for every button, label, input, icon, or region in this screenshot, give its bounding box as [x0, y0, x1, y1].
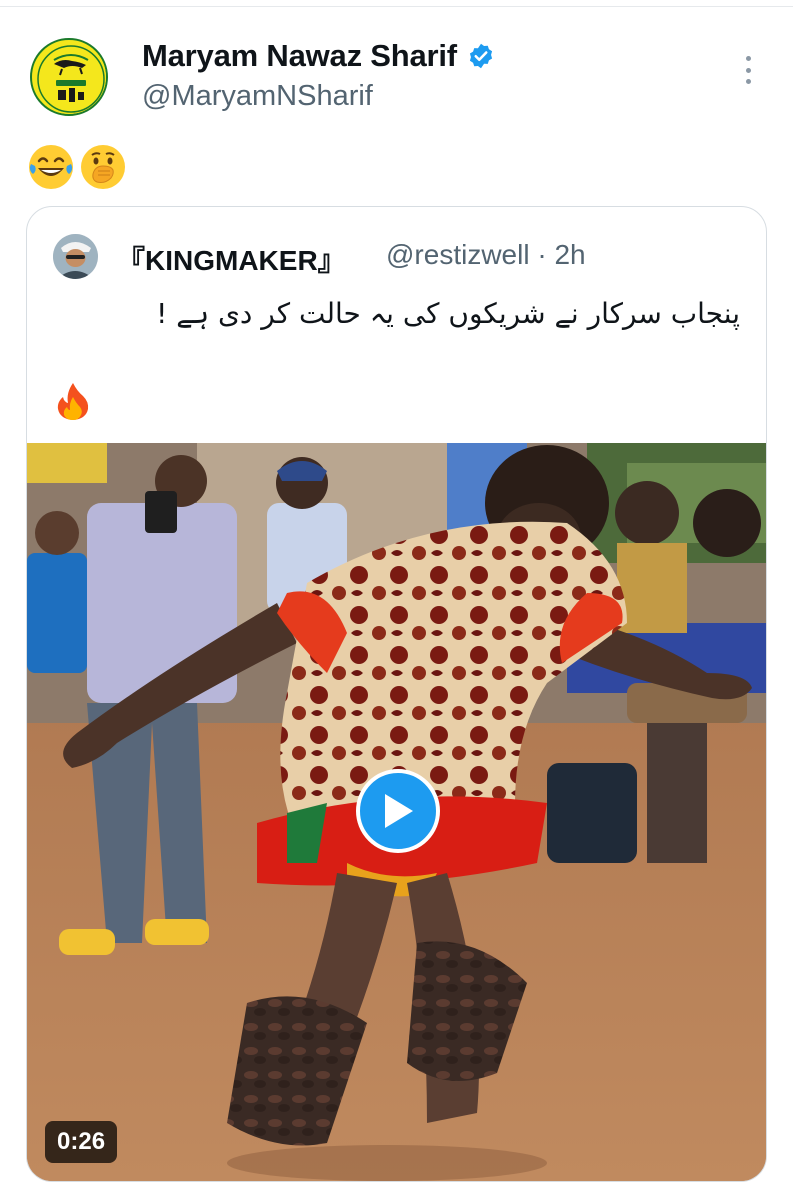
verified-badge-icon: [469, 43, 493, 69]
play-button[interactable]: [356, 769, 440, 853]
quoted-tweet-text: پنجاب سرکار نے شریکوں کی یہ حالت کر دی ہ…: [156, 297, 740, 330]
user-photo-icon: [53, 234, 98, 279]
hand-over-mouth-emoji-icon: [81, 145, 125, 189]
play-icon: [385, 794, 413, 828]
author-name-text: Maryam Nawaz Sharif: [142, 38, 457, 73]
author-handle[interactable]: @MaryamNSharif: [142, 80, 373, 113]
more-options-icon[interactable]: [737, 54, 759, 86]
author-name[interactable]: Maryam Nawaz Sharif: [142, 38, 495, 74]
party-logo-icon: [34, 42, 106, 114]
quoted-time[interactable]: 2h: [554, 239, 585, 270]
tweet-screen: Maryam Nawaz Sharif @MaryamNSharif 『KING…: [0, 0, 793, 1200]
laughing-tears-emoji-icon: [29, 145, 73, 189]
quoted-author-name[interactable]: 『KINGMAKER』: [117, 239, 346, 279]
quoted-author-handle[interactable]: @restizwell: [386, 239, 530, 270]
author-avatar[interactable]: [30, 38, 108, 116]
video-duration: 0:26: [45, 1121, 118, 1163]
quoted-author-avatar[interactable]: [53, 234, 98, 279]
video-thumbnail[interactable]: 0:26: [27, 443, 766, 1181]
quoted-tweet-card[interactable]: 『KINGMAKER』 @restizwell · 2h پنجاب سرکار…: [26, 206, 767, 1182]
top-divider: [0, 6, 793, 7]
tweet-text: [28, 144, 126, 190]
fire-emoji-icon: [57, 383, 89, 420]
quoted-author-meta: @restizwell · 2h: [386, 239, 586, 271]
meta-separator: ·: [529, 239, 555, 270]
